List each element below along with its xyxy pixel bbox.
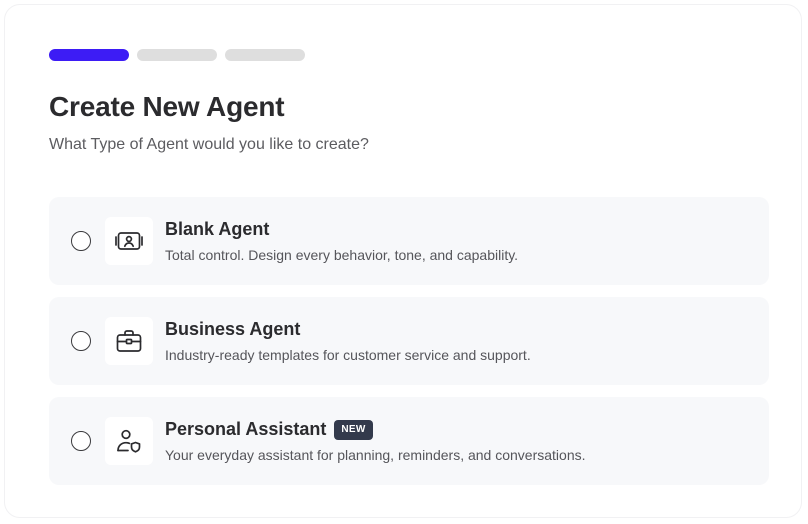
option-title: Personal Assistant NEW: [165, 419, 373, 440]
option-description: Total control. Design every behavior, to…: [165, 247, 519, 263]
step-indicator-3: [225, 49, 305, 61]
option-blank-agent[interactable]: Blank Agent Total control. Design every …: [49, 197, 769, 285]
page-subtitle: What Type of Agent would you like to cre…: [49, 136, 369, 153]
option-description: Your everyday assistant for planning, re…: [165, 447, 586, 463]
option-title: Blank Agent: [165, 219, 269, 240]
option-title-text: Business Agent: [165, 319, 301, 339]
option-description: Industry-ready templates for customer se…: [165, 347, 531, 363]
step-indicator-2: [137, 49, 217, 61]
radio-blank-agent[interactable]: [71, 231, 91, 251]
option-title-text: Personal Assistant: [165, 419, 327, 439]
option-title: Business Agent: [165, 319, 300, 340]
option-business-agent[interactable]: Business Agent Industry-ready templates …: [49, 297, 769, 385]
briefcase-icon: [105, 317, 153, 365]
option-title-text: Blank Agent: [165, 219, 270, 239]
new-badge: NEW: [334, 419, 373, 440]
option-personal-assistant[interactable]: Personal Assistant NEW Your everyday ass…: [49, 397, 769, 485]
step-indicator-1: [49, 49, 129, 61]
user-shield-icon: [105, 417, 153, 465]
progress-stepper: [49, 49, 305, 61]
agent-type-options: Blank Agent Total control. Design every …: [49, 197, 769, 497]
create-agent-card: Create New Agent What Type of Agent woul…: [4, 4, 802, 518]
radio-personal-assistant[interactable]: [71, 431, 91, 451]
agent-card-icon: [105, 217, 153, 265]
radio-business-agent[interactable]: [71, 331, 91, 351]
page-title: Create New Agent: [49, 91, 285, 122]
